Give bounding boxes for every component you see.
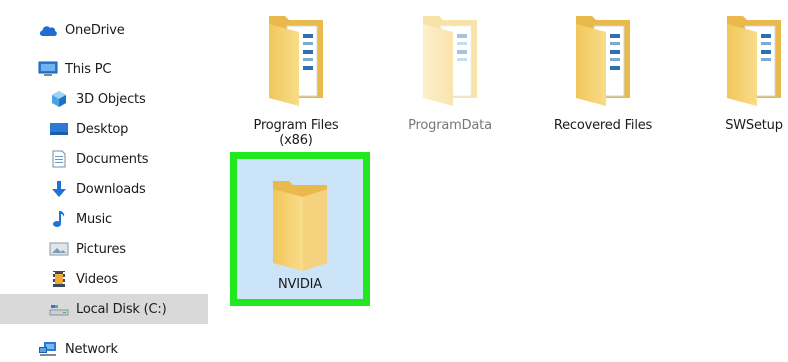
file-list: Program Files (x86) ProgramData Recovere…	[214, 0, 788, 362]
folder-item-programdata[interactable]: ProgramData	[382, 0, 518, 150]
folder-icon	[572, 6, 634, 110]
sidebar-item-downloads[interactable]: Downloads	[0, 174, 208, 204]
folder-label-line2: (x86)	[279, 133, 313, 148]
computer-icon	[38, 60, 58, 78]
sidebar-item-3d-objects[interactable]: 3D Objects	[0, 84, 208, 114]
film-icon	[49, 270, 69, 288]
folder-item-nvidia[interactable]: NVIDIA	[230, 152, 370, 306]
sidebar-item-label: Documents	[76, 151, 149, 167]
sidebar-item-label: Downloads	[76, 181, 146, 197]
sidebar-item-videos[interactable]: Videos	[0, 264, 208, 294]
sidebar-item-local-disk[interactable]: Local Disk (C:)	[0, 294, 208, 324]
sidebar-item-label: OneDrive	[65, 22, 125, 38]
folder-icon	[723, 6, 785, 110]
folder-label: Recovered Files	[553, 118, 653, 133]
sidebar-item-label: Videos	[76, 271, 118, 287]
pictures-icon	[49, 240, 69, 258]
sidebar-item-documents[interactable]: Documents	[0, 144, 208, 174]
drive-icon	[49, 300, 69, 318]
sidebar-item-onedrive[interactable]: OneDrive	[0, 15, 208, 45]
sidebar-item-desktop[interactable]: Desktop	[0, 114, 208, 144]
music-note-icon	[49, 210, 69, 228]
folder-label: Program Files	[253, 118, 339, 133]
sidebar-item-pictures[interactable]: Pictures	[0, 234, 208, 264]
desktop-icon	[49, 120, 69, 138]
sidebar-item-label: 3D Objects	[76, 91, 146, 107]
network-icon	[38, 340, 58, 358]
folder-icon	[265, 6, 327, 110]
folder-item-swsetup[interactable]: SWSetup	[686, 0, 788, 150]
navigation-pane: OneDrive This PC 3D Objects Desktop Docu…	[0, 0, 214, 362]
sidebar-item-music[interactable]: Music	[0, 204, 208, 234]
sidebar-item-this-pc[interactable]: This PC	[0, 54, 208, 84]
folder-label: ProgramData	[408, 118, 492, 133]
folder-label: SWSetup	[725, 118, 783, 133]
folder-icon	[419, 6, 481, 110]
sidebar-item-label: Local Disk (C:)	[76, 301, 167, 317]
sidebar-item-label: This PC	[65, 61, 112, 77]
sidebar-item-network[interactable]: Network	[0, 334, 208, 362]
cloud-icon	[38, 21, 58, 39]
folder-item-recovered-files[interactable]: Recovered Files	[535, 0, 671, 150]
sidebar-item-label: Pictures	[76, 241, 126, 257]
sidebar-item-label: Music	[76, 211, 112, 227]
cube-icon	[49, 90, 69, 108]
folder-item-program-files-x86[interactable]: Program Files (x86)	[228, 0, 364, 150]
folder-label: NVIDIA	[278, 277, 322, 292]
folder-icon	[269, 171, 331, 275]
sidebar-item-label: Network	[65, 341, 118, 357]
download-arrow-icon	[49, 180, 69, 198]
sidebar-item-label: Desktop	[76, 121, 129, 137]
document-icon	[49, 150, 69, 168]
